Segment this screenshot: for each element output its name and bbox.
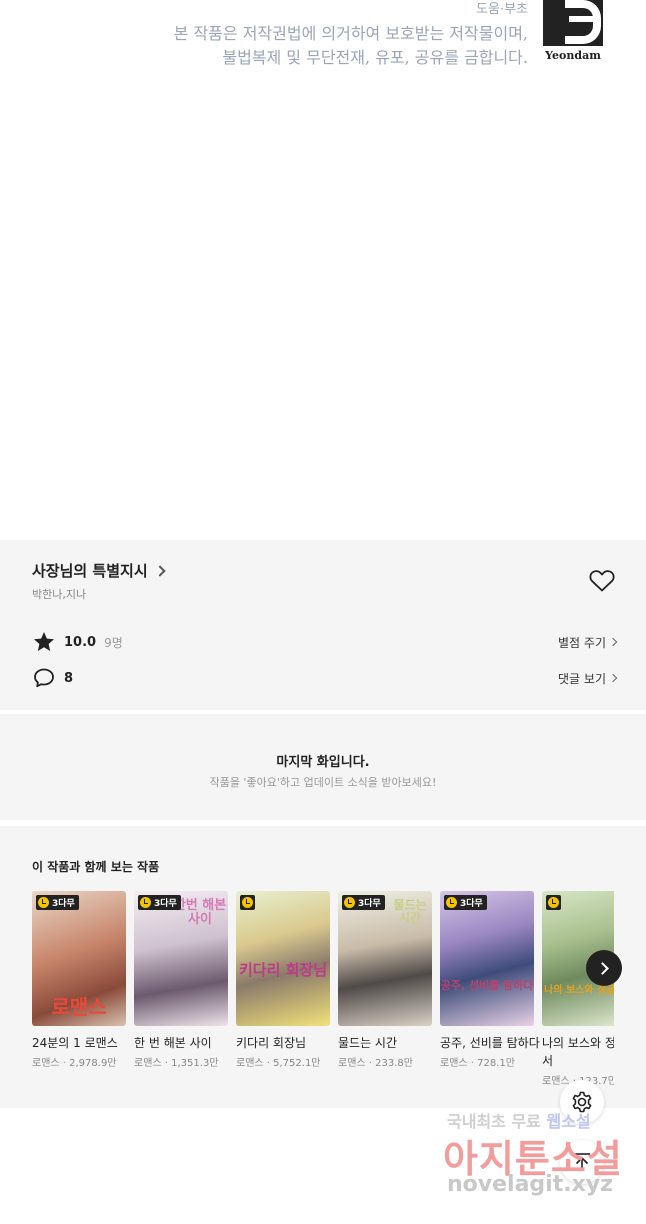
recommendation-card[interactable]: 물드는 시간 3다무 물드는 시간 로맨스 · 233.8만 <box>338 891 432 1069</box>
chevron-right-icon <box>153 564 166 577</box>
carousel-next-button[interactable] <box>586 950 622 986</box>
settings-button[interactable] <box>560 1080 604 1124</box>
star-icon <box>34 632 54 651</box>
waiting-free-badge: 3다무 <box>444 895 487 910</box>
card-meta: 로맨스 · 2,978.9만 <box>32 1058 117 1069</box>
card-title: 한 번 해본 사이 <box>134 1036 212 1050</box>
chevron-right-icon <box>608 673 618 683</box>
recommendation-card[interactable]: 한번 해본 사이 3다무 한 번 해본 사이 로맨스 · 1,351.3만 <box>134 891 228 1069</box>
cover-image: 키다리 회장님 <box>236 891 330 1026</box>
rating-row: 10.0 9명 별점 주기 <box>32 630 618 654</box>
work-title: 사장님의 특별지시 <box>32 562 148 580</box>
clock-icon <box>344 897 355 908</box>
waiting-free-badge: 3다무 <box>138 895 181 910</box>
clock-icon <box>38 897 49 908</box>
last-episode-title: 마지막 화입니다. <box>276 755 370 770</box>
cover-text: 나의 보스와 정글에서 <box>544 985 614 996</box>
last-episode-subtitle: 작품을 '좋아요'하고 업데이트 소식을 받아보세요! <box>209 776 437 789</box>
recommendation-card[interactable]: 로맨스 3다무 24분의 1 로맨스 로맨스 · 2,978.9만 <box>32 891 126 1069</box>
waiting-free-badge <box>546 895 561 910</box>
rate-button[interactable]: 별점 주기 <box>558 634 618 651</box>
scroll-to-top-button[interactable] <box>560 1140 604 1184</box>
recommendations-panel: 이 작품과 함께 보는 작품 로맨스 3다무 24분의 1 로맨스 로맨스 · … <box>0 826 646 1108</box>
recommendation-card[interactable]: 나의 보스와 정글에서 나의 보스와 정글에서 로맨스 · 123.7만 <box>542 891 614 1087</box>
cover-text: 키다리 회장님 <box>238 961 328 979</box>
comments-row: 8 댓글 보기 <box>32 666 618 690</box>
clock-icon <box>548 897 559 908</box>
last-episode-panel: 마지막 화입니다. 작품을 '좋아요'하고 업데이트 소식을 받아보세요! <box>0 714 646 820</box>
heart-icon[interactable] <box>589 569 615 593</box>
rating-value: 10.0 <box>64 634 97 650</box>
clock-icon <box>140 897 151 908</box>
clock-icon <box>446 897 457 908</box>
comment-icon <box>34 668 54 688</box>
card-title: 키다리 회장님 <box>236 1036 307 1050</box>
cover-image: 공주, 선비를 탐하다 3다무 <box>440 891 534 1026</box>
card-title: 공주, 선비를 탐하다 <box>440 1036 540 1050</box>
waiting-free-badge <box>240 895 255 910</box>
recommendation-card[interactable]: 공주, 선비를 탐하다 3다무 공주, 선비를 탐하다 로맨스 · 728.1만 <box>440 891 540 1069</box>
arrow-up-icon <box>574 1153 590 1171</box>
card-meta: 로맨스 · 233.8만 <box>338 1058 413 1069</box>
card-title: 나의 보스와 정글에서 <box>542 1036 614 1068</box>
work-title-link[interactable]: 사장님의 특별지시 <box>32 560 166 581</box>
gear-icon <box>572 1091 592 1113</box>
rating-count: 9명 <box>104 635 123 650</box>
rate-button-label: 별점 주기 <box>558 635 606 650</box>
credit-assist: 도움·부초 <box>476 2 528 17</box>
waiting-free-badge: 3다무 <box>342 895 385 910</box>
copyright-notice-line2: 불법복제 및 무단전재, 유포, 공유를 금합니다. <box>222 48 528 67</box>
logo-text: Yeondam <box>545 49 601 62</box>
cover-image: 물드는 시간 3다무 <box>338 891 432 1026</box>
copyright-notice-line1: 본 작품은 저작권법에 의거하여 보호받는 저작물이며, <box>173 24 528 43</box>
waiting-free-badge: 3다무 <box>36 895 79 910</box>
card-meta: 로맨스 · 1,351.3만 <box>134 1058 219 1069</box>
view-comments-button[interactable]: 댓글 보기 <box>558 670 618 687</box>
view-comments-label: 댓글 보기 <box>558 671 606 686</box>
copyright-credits: 도움·부초 본 작품은 저작권법에 의거하여 보호받는 저작물이며, 불법복제 … <box>0 0 646 80</box>
cover-text: 로맨스 <box>51 995 107 1019</box>
comment-count: 8 <box>64 670 74 686</box>
cover-image: 한번 해본 사이 3다무 <box>134 891 228 1026</box>
logo-mark <box>543 0 603 46</box>
publisher-logo: Yeondam <box>541 0 605 70</box>
recommendations-heading: 이 작품과 함께 보는 작품 <box>32 860 160 874</box>
recommendation-card[interactable]: 키다리 회장님 키다리 회장님 로맨스 · 5,752.1만 <box>236 891 330 1069</box>
cover-text: 공주, 선비를 탐하다 <box>440 979 534 992</box>
card-meta: 로맨스 · 728.1만 <box>440 1058 515 1069</box>
work-authors: 박한나,지나 <box>32 588 87 601</box>
card-title: 물드는 시간 <box>338 1036 398 1050</box>
chevron-right-icon <box>596 961 609 975</box>
chevron-right-icon <box>608 637 618 647</box>
cover-image: 로맨스 3다무 <box>32 891 126 1026</box>
recommendations-list: 로맨스 3다무 24분의 1 로맨스 로맨스 · 2,978.9만 한번 해본 … <box>32 891 614 1101</box>
clock-icon <box>242 897 253 908</box>
work-info-panel: 사장님의 특별지시 박한나,지나 10.0 9명 별점 주기 8 댓글 보기 <box>0 540 646 710</box>
card-title: 24분의 1 로맨스 <box>32 1036 118 1050</box>
card-meta: 로맨스 · 5,752.1만 <box>236 1058 321 1069</box>
